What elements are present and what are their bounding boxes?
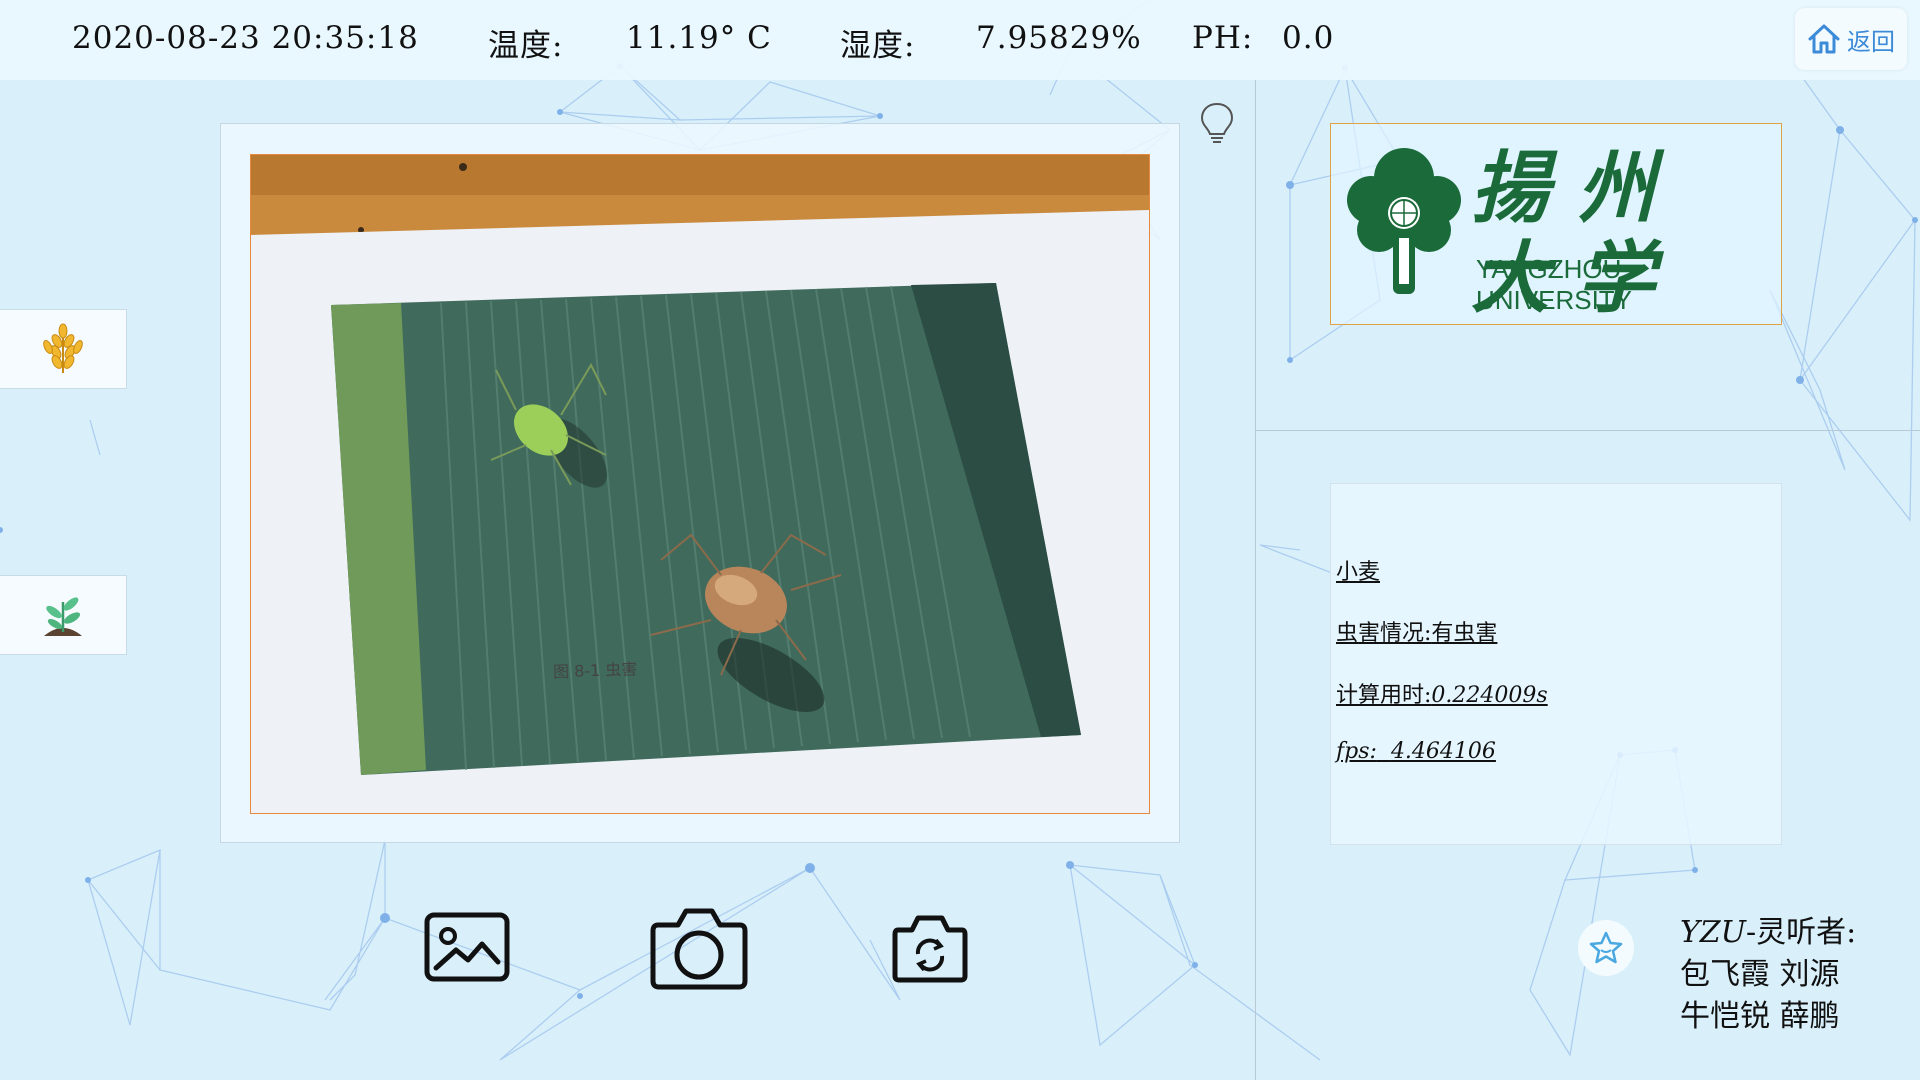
university-emblem-icon bbox=[1347, 148, 1461, 294]
time-value: 0.224009s bbox=[1431, 683, 1548, 708]
temperature-value: 11.19° C bbox=[626, 20, 772, 56]
brand-name: YZU bbox=[1680, 915, 1746, 950]
ph-label: PH: bbox=[1192, 20, 1254, 56]
result-pest: 虫害情况:有虫害 bbox=[1336, 615, 1497, 647]
pest-photo-illustration bbox=[251, 155, 1149, 813]
team-credits: YZU-灵听者: 包飞霞 刘源 牛恺锐 薛鹏 bbox=[1680, 912, 1856, 1038]
open-gallery-button[interactable] bbox=[424, 912, 510, 986]
camera-icon bbox=[650, 908, 748, 990]
credits-line-1: YZU-灵听者: bbox=[1680, 915, 1857, 950]
favorite-button[interactable] bbox=[1578, 920, 1634, 976]
status-bar: 2020-08-23 20:35:18 温度: 11.19° C 湿度: 7.9… bbox=[0, 0, 1920, 80]
switch-camera-icon bbox=[892, 915, 968, 983]
ph-value: 0.0 bbox=[1282, 20, 1335, 56]
result-time: 计算用时:0.224009s bbox=[1336, 677, 1548, 709]
fps-value: 4.464106 bbox=[1390, 739, 1496, 764]
pest-label: 虫害情况: bbox=[1336, 621, 1432, 646]
back-button[interactable]: 返回 bbox=[1795, 8, 1907, 70]
humidity-value: 7.95829% bbox=[976, 20, 1142, 56]
captured-photo: 图 8-1 虫害 bbox=[250, 154, 1150, 814]
pest-value: 有虫害 bbox=[1431, 621, 1498, 646]
detection-result-panel: 小麦 虫害情况:有虫害 计算用时:0.224009s fps: 4.464106 bbox=[1330, 483, 1782, 845]
lightbulb-icon bbox=[1200, 102, 1234, 143]
temperature-label: 温度: bbox=[488, 28, 564, 64]
image-icon bbox=[424, 912, 510, 982]
panel-divider-vertical bbox=[1255, 80, 1256, 1080]
panel-divider-horizontal bbox=[1256, 430, 1920, 431]
datetime-readout: 2020-08-23 20:35:18 bbox=[72, 20, 419, 56]
star-icon bbox=[1589, 931, 1623, 964]
wheat-icon bbox=[43, 323, 83, 373]
seedling-icon bbox=[44, 597, 82, 636]
humidity-label: 湿度: bbox=[840, 28, 916, 64]
team-label: 灵听者: bbox=[1756, 915, 1857, 950]
plant-seedling-button[interactable] bbox=[0, 575, 127, 655]
crop-wheat-button[interactable] bbox=[0, 309, 127, 389]
fps-label: fps: bbox=[1336, 739, 1377, 764]
university-name-en: YANGZHOU UNIVERSITY bbox=[1476, 254, 1633, 315]
lightbulb-button[interactable] bbox=[1198, 100, 1236, 150]
university-logo: 揚州大学 YANGZHOU UNIVERSITY bbox=[1330, 123, 1782, 325]
capture-photo-button[interactable] bbox=[650, 903, 748, 995]
time-label: 计算用时: bbox=[1336, 683, 1432, 708]
camera-view-panel: 图 8-1 虫害 bbox=[220, 123, 1180, 843]
switch-camera-button[interactable] bbox=[892, 912, 968, 988]
result-crop: 小麦 bbox=[1336, 560, 1381, 585]
credits-line-3: 牛恺锐 薛鹏 bbox=[1680, 999, 1840, 1034]
result-fps: fps: 4.464106 bbox=[1336, 739, 1496, 764]
back-label: 返回 bbox=[1847, 27, 1895, 56]
credits-line-2: 包飞霞 刘源 bbox=[1680, 957, 1840, 992]
home-icon bbox=[1808, 24, 1840, 54]
photo-caption: 图 8-1 虫害 bbox=[552, 659, 638, 682]
